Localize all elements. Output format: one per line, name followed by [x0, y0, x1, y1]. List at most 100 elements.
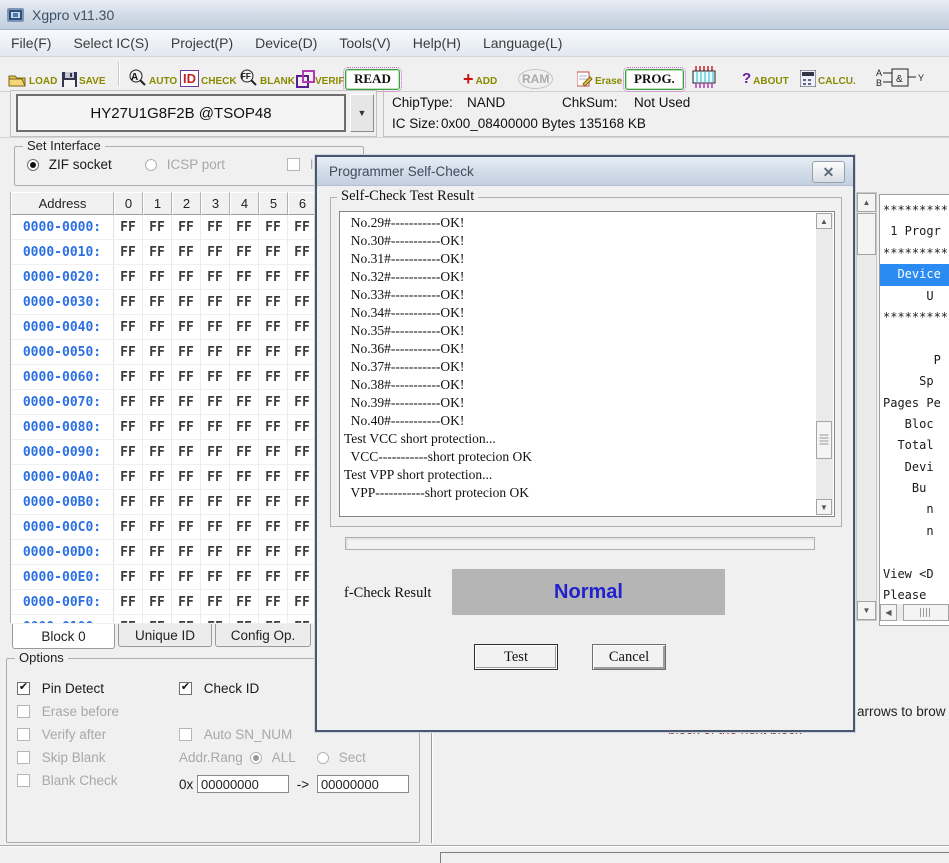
- auto-button[interactable]: A AUTO: [127, 61, 177, 87]
- menu-item-help[interactable]: Help(H): [413, 35, 461, 51]
- dialog-close-button[interactable]: ✕: [812, 161, 845, 183]
- auto-sn-checkbox[interactable]: Auto SN_NUM: [179, 727, 292, 742]
- hex-byte-cell[interactable]: FF: [288, 340, 316, 364]
- log-line[interactable]: n: [880, 499, 949, 520]
- hex-byte-cell[interactable]: FF: [114, 390, 143, 414]
- hex-byte-cell[interactable]: FF: [172, 440, 201, 464]
- range-from-input[interactable]: 00000000: [197, 775, 289, 793]
- hex-byte-cell[interactable]: FF: [143, 515, 172, 539]
- prog-button[interactable]: PROG.: [625, 64, 684, 90]
- logic-gate-button[interactable]: AB&Y: [876, 63, 928, 89]
- log-line[interactable]: Sp: [880, 371, 949, 392]
- hex-byte-cell[interactable]: FF: [172, 290, 201, 314]
- hex-byte-cell[interactable]: FF: [172, 615, 201, 623]
- hex-byte-cell[interactable]: FF: [259, 415, 288, 439]
- hex-byte-cell[interactable]: FF: [230, 415, 259, 439]
- hex-byte-cell[interactable]: FF: [288, 315, 316, 339]
- icsp-port-radio[interactable]: ICSP port: [145, 157, 225, 172]
- hex-byte-cell[interactable]: FF: [259, 215, 288, 239]
- hex-byte-cell[interactable]: FF: [114, 215, 143, 239]
- log-line[interactable]: Bloc: [880, 414, 949, 435]
- device-log-panel[interactable]: ********* 1 Progr********* Device U*****…: [879, 194, 949, 626]
- list-vertical-scrollbar[interactable]: ▲ ▼: [816, 213, 833, 515]
- hex-byte-cell[interactable]: FF: [143, 490, 172, 514]
- hex-byte-cell[interactable]: FF: [114, 565, 143, 589]
- hex-byte-cell[interactable]: FF: [143, 315, 172, 339]
- tab-block0[interactable]: Block 0: [12, 624, 115, 649]
- hex-byte-cell[interactable]: FF: [288, 590, 316, 614]
- check-id-button[interactable]: ID CHECK: [180, 61, 237, 87]
- log-line[interactable]: *********: [880, 243, 949, 264]
- menu-item-language[interactable]: Language(L): [483, 35, 562, 51]
- hex-byte-cell[interactable]: FF: [230, 490, 259, 514]
- hex-byte-cell[interactable]: FF: [114, 615, 143, 623]
- hex-byte-cell[interactable]: FF: [143, 440, 172, 464]
- scrollbar-thumb[interactable]: [816, 421, 832, 459]
- hex-byte-cell[interactable]: FF: [201, 265, 230, 289]
- hex-byte-cell[interactable]: FF: [230, 215, 259, 239]
- log-line[interactable]: View <D: [880, 564, 949, 585]
- log-line[interactable]: P: [880, 350, 949, 371]
- log-line[interactable]: Bu: [880, 478, 949, 499]
- hex-byte-cell[interactable]: FF: [230, 565, 259, 589]
- hex-byte-cell[interactable]: FF: [172, 390, 201, 414]
- scroll-down-button[interactable]: ▼: [857, 601, 876, 620]
- log-line[interactable]: [880, 542, 949, 563]
- hex-byte-cell[interactable]: FF: [143, 365, 172, 389]
- erase-button[interactable]: Erase: [577, 61, 622, 87]
- hex-byte-cell[interactable]: FF: [288, 415, 316, 439]
- hex-byte-cell[interactable]: FF: [201, 440, 230, 464]
- log-line[interactable]: Total: [880, 435, 949, 456]
- hex-byte-cell[interactable]: FF: [143, 565, 172, 589]
- hex-byte-cell[interactable]: FF: [114, 490, 143, 514]
- hex-byte-cell[interactable]: FF: [172, 590, 201, 614]
- hex-byte-cell[interactable]: FF: [259, 365, 288, 389]
- log-line[interactable]: n: [880, 521, 949, 542]
- hex-byte-cell[interactable]: FF: [201, 490, 230, 514]
- hex-byte-cell[interactable]: FF: [288, 265, 316, 289]
- log-line[interactable]: Devi: [880, 457, 949, 478]
- hex-byte-cell[interactable]: FF: [172, 515, 201, 539]
- blank-check-button[interactable]: FF BLANK: [238, 61, 295, 87]
- hex-byte-cell[interactable]: FF: [230, 615, 259, 623]
- hex-byte-cell[interactable]: FF: [259, 440, 288, 464]
- hex-byte-cell[interactable]: FF: [201, 240, 230, 264]
- hex-byte-cell[interactable]: FF: [114, 365, 143, 389]
- hex-byte-cell[interactable]: FF: [143, 615, 172, 623]
- scrollbar-thumb[interactable]: [903, 604, 949, 621]
- blank-check-checkbox[interactable]: Blank Check: [17, 773, 118, 788]
- chip-test-button[interactable]: [690, 62, 718, 88]
- hex-byte-cell[interactable]: FF: [230, 240, 259, 264]
- hex-byte-cell[interactable]: FF: [288, 390, 316, 414]
- ram-button[interactable]: RAM: [518, 63, 553, 89]
- hex-byte-cell[interactable]: FF: [201, 540, 230, 564]
- hex-byte-cell[interactable]: FF: [201, 515, 230, 539]
- scroll-up-button[interactable]: ▲: [857, 193, 876, 212]
- hex-byte-cell[interactable]: FF: [114, 540, 143, 564]
- load-button[interactable]: LOAD: [8, 61, 57, 87]
- hex-byte-cell[interactable]: FF: [288, 615, 316, 623]
- hex-byte-cell[interactable]: FF: [143, 465, 172, 489]
- hex-byte-cell[interactable]: FF: [201, 290, 230, 314]
- hex-byte-cell[interactable]: FF: [143, 340, 172, 364]
- hex-byte-cell[interactable]: FF: [201, 590, 230, 614]
- hex-byte-cell[interactable]: FF: [172, 215, 201, 239]
- hex-byte-cell[interactable]: FF: [230, 390, 259, 414]
- hex-byte-cell[interactable]: FF: [259, 615, 288, 623]
- hex-byte-cell[interactable]: FF: [259, 390, 288, 414]
- hex-byte-cell[interactable]: FF: [172, 490, 201, 514]
- hex-byte-cell[interactable]: FF: [143, 590, 172, 614]
- hex-byte-cell[interactable]: FF: [230, 265, 259, 289]
- pin-detect-checkbox[interactable]: Pin Detect: [17, 681, 104, 696]
- hex-byte-cell[interactable]: FF: [143, 215, 172, 239]
- hex-byte-cell[interactable]: FF: [230, 290, 259, 314]
- hex-byte-cell[interactable]: FF: [172, 315, 201, 339]
- hex-byte-cell[interactable]: FF: [288, 515, 316, 539]
- hex-byte-cell[interactable]: FF: [259, 515, 288, 539]
- hex-byte-cell[interactable]: FF: [201, 615, 230, 623]
- scrollbar-thumb[interactable]: [857, 213, 876, 255]
- hex-byte-cell[interactable]: FF: [143, 540, 172, 564]
- tab-unique-id[interactable]: Unique ID: [118, 624, 212, 647]
- hex-byte-cell[interactable]: FF: [288, 215, 316, 239]
- hex-byte-cell[interactable]: FF: [114, 415, 143, 439]
